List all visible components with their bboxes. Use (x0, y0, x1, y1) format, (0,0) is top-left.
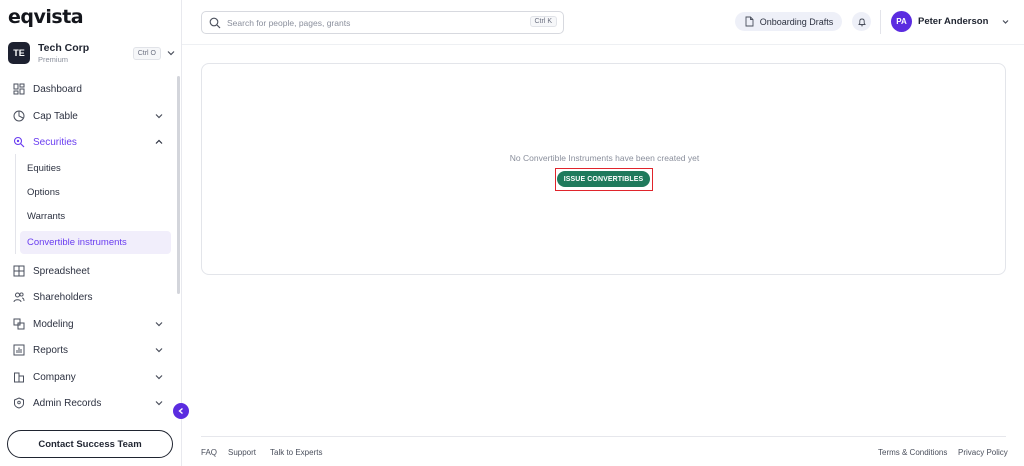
search-bar[interactable]: Ctrl K (201, 11, 564, 34)
footer-divider (201, 436, 1006, 437)
sidebar-item-reports[interactable]: Reports (8, 338, 171, 362)
sidebar-subitem-warrants[interactable]: Warrants (20, 205, 171, 228)
company-info: Tech Corp Premium (38, 43, 133, 63)
sidebar-item-label: Company (33, 371, 76, 383)
company-name: Tech Corp (38, 42, 90, 54)
chevron-down-icon (155, 114, 163, 119)
sidebar-item-modeling[interactable]: Modeling (8, 312, 171, 336)
onboarding-drafts-button[interactable]: Onboarding Drafts (735, 12, 842, 31)
admin-records-icon (12, 396, 26, 410)
chevron-down-icon (155, 348, 163, 353)
dashboard-icon (12, 82, 26, 96)
chevron-down-icon (155, 401, 163, 406)
chevron-down-icon (155, 322, 163, 327)
sidebar-item-shareholders[interactable]: Shareholders (8, 285, 171, 309)
onboarding-drafts-label: Onboarding Drafts (759, 16, 834, 27)
securities-icon (12, 135, 26, 149)
sidebar-item-label: Spreadsheet (33, 265, 90, 277)
chevron-down-icon (167, 51, 175, 56)
header-divider (880, 10, 881, 34)
sidebar-item-company[interactable]: Company (8, 365, 171, 389)
document-icon (745, 16, 754, 27)
sidebar-subitem-equities[interactable]: Equities (20, 157, 171, 180)
reports-icon (12, 343, 26, 357)
app-logo[interactable]: eqvista (8, 6, 84, 28)
chevron-up-icon (155, 139, 163, 144)
company-icon (12, 370, 26, 384)
sidebar-item-admin-records[interactable]: Admin Records (8, 391, 171, 415)
sidebar-item-spreadsheet[interactable]: Spreadsheet (8, 259, 171, 283)
user-name: Peter Anderson (918, 16, 989, 27)
empty-state-card: No Convertible Instruments have been cre… (201, 63, 1006, 275)
avatar: PA (891, 11, 912, 32)
highlight-box: ISSUE CONVERTIBLES (555, 168, 653, 191)
company-shortcut: Ctrl O (132, 46, 161, 60)
footer-link-terms[interactable]: Terms & Conditions (878, 448, 947, 457)
search-icon (209, 17, 221, 28)
sidebar-subitem-options[interactable]: Options (20, 181, 171, 204)
company-switcher[interactable]: TE Tech Corp Premium Ctrl O (8, 40, 176, 66)
sidebar-item-cap-table[interactable]: Cap Table (8, 104, 171, 128)
sidebar-item-label: Dashboard (33, 83, 82, 95)
header-divider-line (182, 44, 1024, 45)
sidebar-item-label: Modeling (33, 318, 74, 330)
search-shortcut: Ctrl K (529, 16, 557, 27)
user-menu[interactable]: PA Peter Anderson (891, 11, 1011, 32)
chevron-down-icon (1002, 20, 1009, 24)
footer-link-faq[interactable]: FAQ (201, 448, 217, 457)
users-icon (12, 290, 26, 304)
company-plan: Premium (38, 54, 69, 64)
sidebar-item-label: Reports (33, 344, 69, 356)
footer-link-privacy[interactable]: Privacy Policy (958, 448, 1008, 457)
sidebar-scrollbar[interactable] (177, 76, 180, 294)
sidebar: eqvista TE Tech Corp Premium Ctrl O Dash… (0, 0, 182, 466)
contact-success-team-button[interactable]: Contact Success Team (7, 430, 173, 458)
submenu-guide-line (15, 154, 16, 254)
sidebar-item-securities[interactable]: Securities (8, 130, 171, 154)
pie-chart-icon (12, 109, 26, 123)
chevron-left-icon (178, 407, 183, 415)
sidebar-subitem-convertible-instruments[interactable]: Convertible instruments (20, 231, 171, 254)
modeling-icon (12, 317, 26, 331)
search-input[interactable] (227, 17, 517, 28)
sidebar-item-label: Admin Records (33, 397, 102, 409)
sidebar-item-dashboard[interactable]: Dashboard (8, 77, 171, 101)
sidebar-item-label: Shareholders (33, 291, 93, 303)
grid-icon (12, 264, 26, 278)
chevron-down-icon (155, 375, 163, 380)
issue-convertibles-button[interactable]: ISSUE CONVERTIBLES (557, 171, 650, 187)
footer-link-talk-to-experts[interactable]: Talk to Experts (270, 448, 322, 457)
empty-state-message: No Convertible Instruments have been cre… (509, 153, 700, 163)
footer-link-support[interactable]: Support (228, 448, 256, 457)
notifications-button[interactable] (852, 12, 871, 31)
bell-icon (857, 18, 866, 26)
app-root: eqvista TE Tech Corp Premium Ctrl O Dash… (0, 0, 1024, 466)
company-avatar: TE (8, 42, 30, 64)
sidebar-item-label: Cap Table (33, 110, 78, 122)
sidebar-item-label: Securities (33, 136, 77, 148)
collapse-sidebar-button[interactable] (173, 403, 189, 419)
